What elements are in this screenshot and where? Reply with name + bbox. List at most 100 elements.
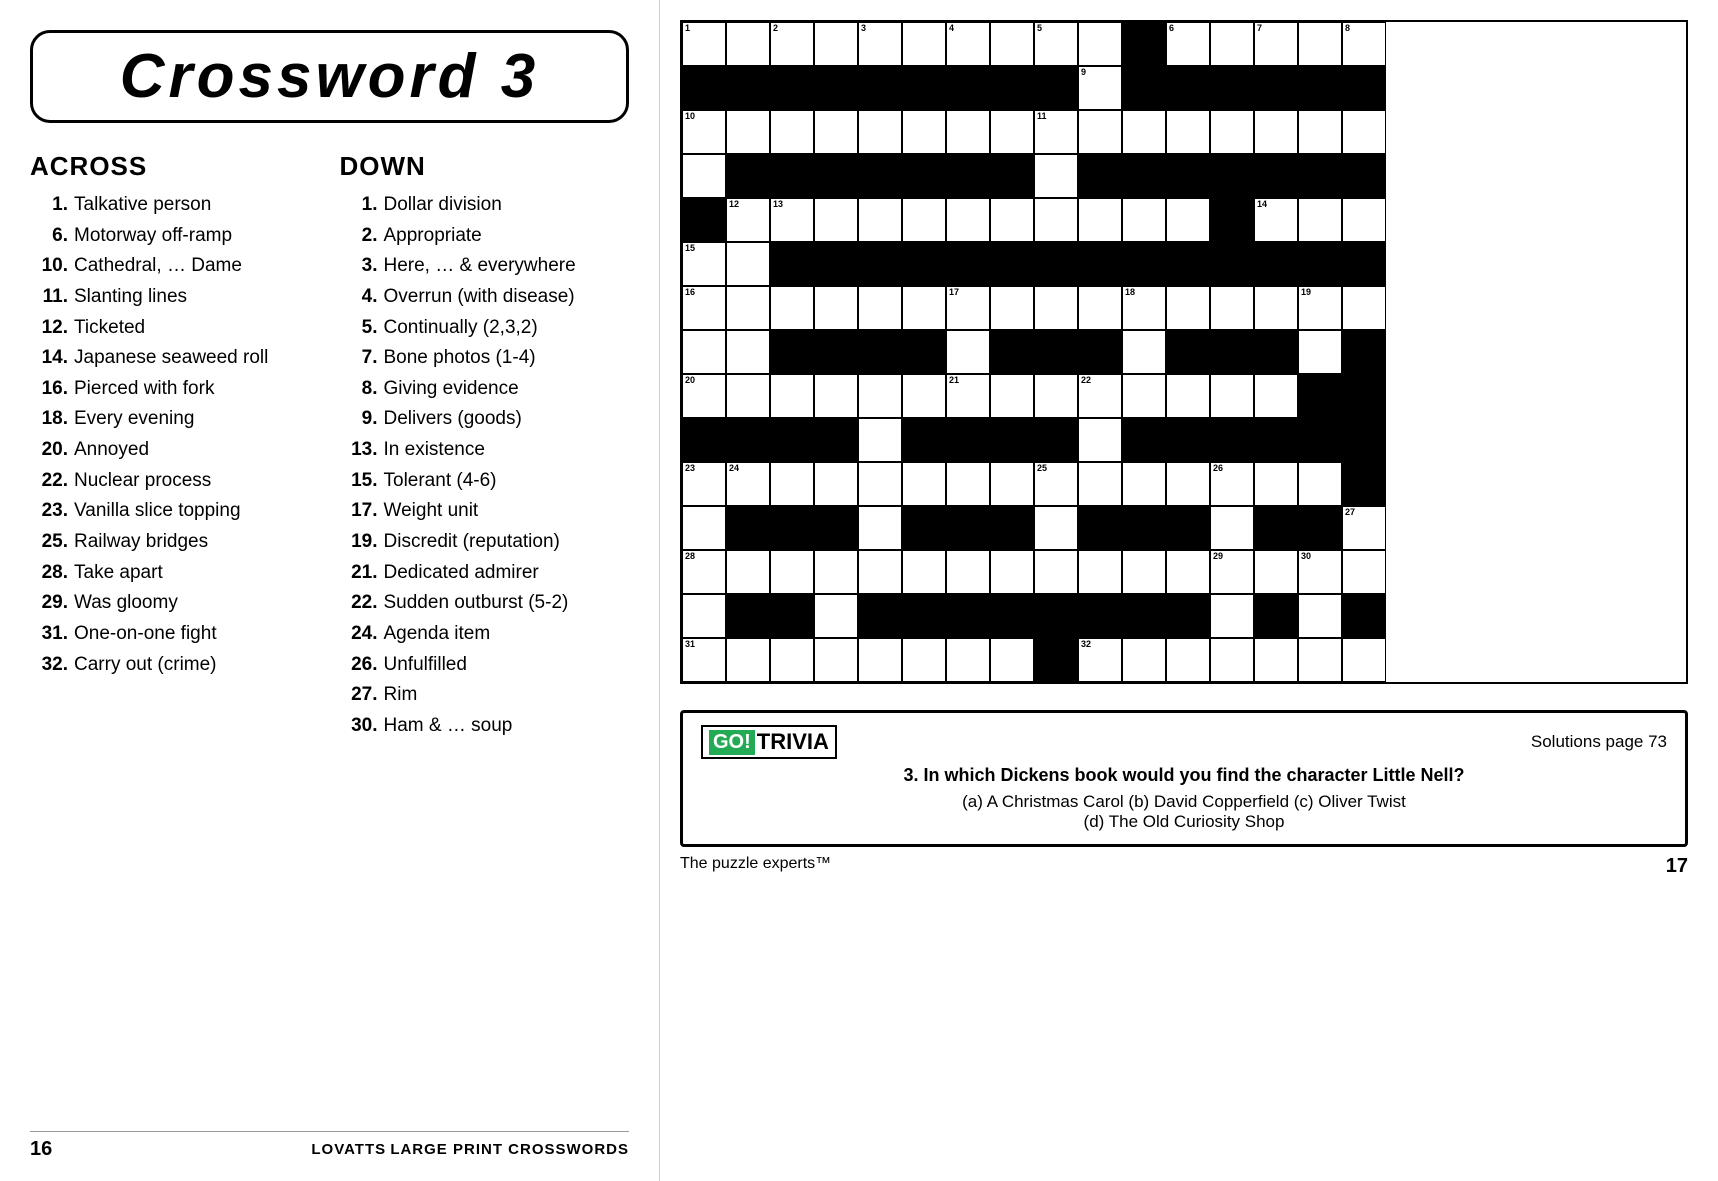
grid-cell[interactable] — [1298, 374, 1342, 418]
grid-cell[interactable] — [1122, 110, 1166, 154]
grid-cell[interactable] — [770, 462, 814, 506]
grid-cell[interactable] — [1078, 418, 1122, 462]
grid-cell[interactable] — [682, 154, 726, 198]
grid-cell[interactable] — [1342, 462, 1386, 506]
grid-cell[interactable] — [1254, 154, 1298, 198]
grid-cell[interactable] — [770, 418, 814, 462]
grid-cell[interactable] — [902, 154, 946, 198]
grid-cell[interactable] — [814, 154, 858, 198]
grid-cell[interactable] — [1298, 242, 1342, 286]
grid-cell[interactable] — [1342, 418, 1386, 462]
grid-cell[interactable] — [814, 198, 858, 242]
grid-cell[interactable] — [814, 418, 858, 462]
grid-cell[interactable] — [1078, 198, 1122, 242]
grid-cell[interactable] — [1078, 550, 1122, 594]
grid-cell[interactable] — [1034, 286, 1078, 330]
grid-cell[interactable] — [1122, 66, 1166, 110]
grid-cell[interactable] — [814, 242, 858, 286]
grid-cell[interactable] — [902, 330, 946, 374]
grid-cell[interactable] — [902, 66, 946, 110]
grid-cell[interactable] — [1210, 242, 1254, 286]
grid-cell[interactable] — [1254, 462, 1298, 506]
grid-cell[interactable]: 16 — [682, 286, 726, 330]
grid-cell[interactable] — [902, 110, 946, 154]
grid-cell[interactable] — [770, 154, 814, 198]
grid-cell[interactable] — [814, 462, 858, 506]
grid-cell[interactable] — [990, 66, 1034, 110]
grid-cell[interactable] — [902, 374, 946, 418]
grid-cell[interactable] — [858, 198, 902, 242]
grid-cell[interactable] — [1298, 506, 1342, 550]
grid-cell[interactable] — [814, 286, 858, 330]
grid-cell[interactable] — [902, 286, 946, 330]
grid-cell[interactable] — [726, 22, 770, 66]
grid-cell[interactable] — [1254, 330, 1298, 374]
grid-cell[interactable] — [1210, 110, 1254, 154]
grid-cell[interactable] — [858, 638, 902, 682]
grid-cell[interactable]: 3 — [858, 22, 902, 66]
grid-cell[interactable]: 17 — [946, 286, 990, 330]
grid-cell[interactable] — [770, 330, 814, 374]
grid-cell[interactable] — [814, 638, 858, 682]
grid-cell[interactable] — [946, 110, 990, 154]
grid-cell[interactable]: 11 — [1034, 110, 1078, 154]
grid-cell[interactable] — [1210, 154, 1254, 198]
grid-cell[interactable] — [1078, 22, 1122, 66]
grid-cell[interactable] — [770, 594, 814, 638]
grid-cell[interactable] — [858, 242, 902, 286]
grid-cell[interactable] — [814, 374, 858, 418]
grid-cell[interactable] — [1298, 638, 1342, 682]
grid-cell[interactable] — [770, 506, 814, 550]
grid-cell[interactable] — [1254, 506, 1298, 550]
grid-cell[interactable] — [726, 594, 770, 638]
grid-cell[interactable] — [858, 374, 902, 418]
grid-cell[interactable] — [726, 330, 770, 374]
grid-cell[interactable] — [1122, 638, 1166, 682]
grid-cell[interactable]: 27 — [1342, 506, 1386, 550]
grid-cell[interactable] — [1210, 418, 1254, 462]
grid-cell[interactable] — [682, 594, 726, 638]
grid-cell[interactable] — [946, 66, 990, 110]
grid-cell[interactable] — [1078, 286, 1122, 330]
grid-cell[interactable] — [726, 638, 770, 682]
grid-cell[interactable] — [1298, 462, 1342, 506]
grid-cell[interactable]: 23 — [682, 462, 726, 506]
grid-cell[interactable] — [726, 154, 770, 198]
grid-cell[interactable] — [1166, 154, 1210, 198]
grid-cell[interactable] — [1254, 242, 1298, 286]
grid-cell[interactable] — [990, 374, 1034, 418]
grid-cell[interactable] — [682, 66, 726, 110]
grid-cell[interactable]: 31 — [682, 638, 726, 682]
grid-cell[interactable] — [858, 462, 902, 506]
grid-cell[interactable] — [770, 550, 814, 594]
grid-cell[interactable] — [1166, 242, 1210, 286]
grid-cell[interactable] — [726, 242, 770, 286]
grid-cell[interactable]: 4 — [946, 22, 990, 66]
grid-cell[interactable] — [1298, 198, 1342, 242]
grid-cell[interactable] — [1122, 374, 1166, 418]
grid-cell[interactable] — [946, 594, 990, 638]
grid-cell[interactable] — [726, 110, 770, 154]
grid-cell[interactable] — [858, 506, 902, 550]
grid-cell[interactable] — [1078, 110, 1122, 154]
grid-cell[interactable] — [1254, 638, 1298, 682]
grid-cell[interactable] — [990, 638, 1034, 682]
grid-cell[interactable] — [1122, 242, 1166, 286]
grid-cell[interactable] — [858, 550, 902, 594]
grid-cell[interactable]: 32 — [1078, 638, 1122, 682]
grid-cell[interactable] — [1122, 550, 1166, 594]
grid-cell[interactable] — [990, 506, 1034, 550]
grid-cell[interactable] — [1298, 110, 1342, 154]
grid-cell[interactable] — [1342, 286, 1386, 330]
grid-cell[interactable] — [1166, 550, 1210, 594]
grid-cell[interactable] — [1166, 198, 1210, 242]
grid-cell[interactable] — [1166, 462, 1210, 506]
grid-cell[interactable] — [1034, 198, 1078, 242]
grid-cell[interactable] — [1078, 506, 1122, 550]
grid-cell[interactable] — [1210, 198, 1254, 242]
grid-cell[interactable] — [770, 638, 814, 682]
grid-cell[interactable] — [946, 242, 990, 286]
grid-cell[interactable] — [770, 374, 814, 418]
grid-cell[interactable] — [1034, 550, 1078, 594]
grid-cell[interactable] — [1034, 154, 1078, 198]
